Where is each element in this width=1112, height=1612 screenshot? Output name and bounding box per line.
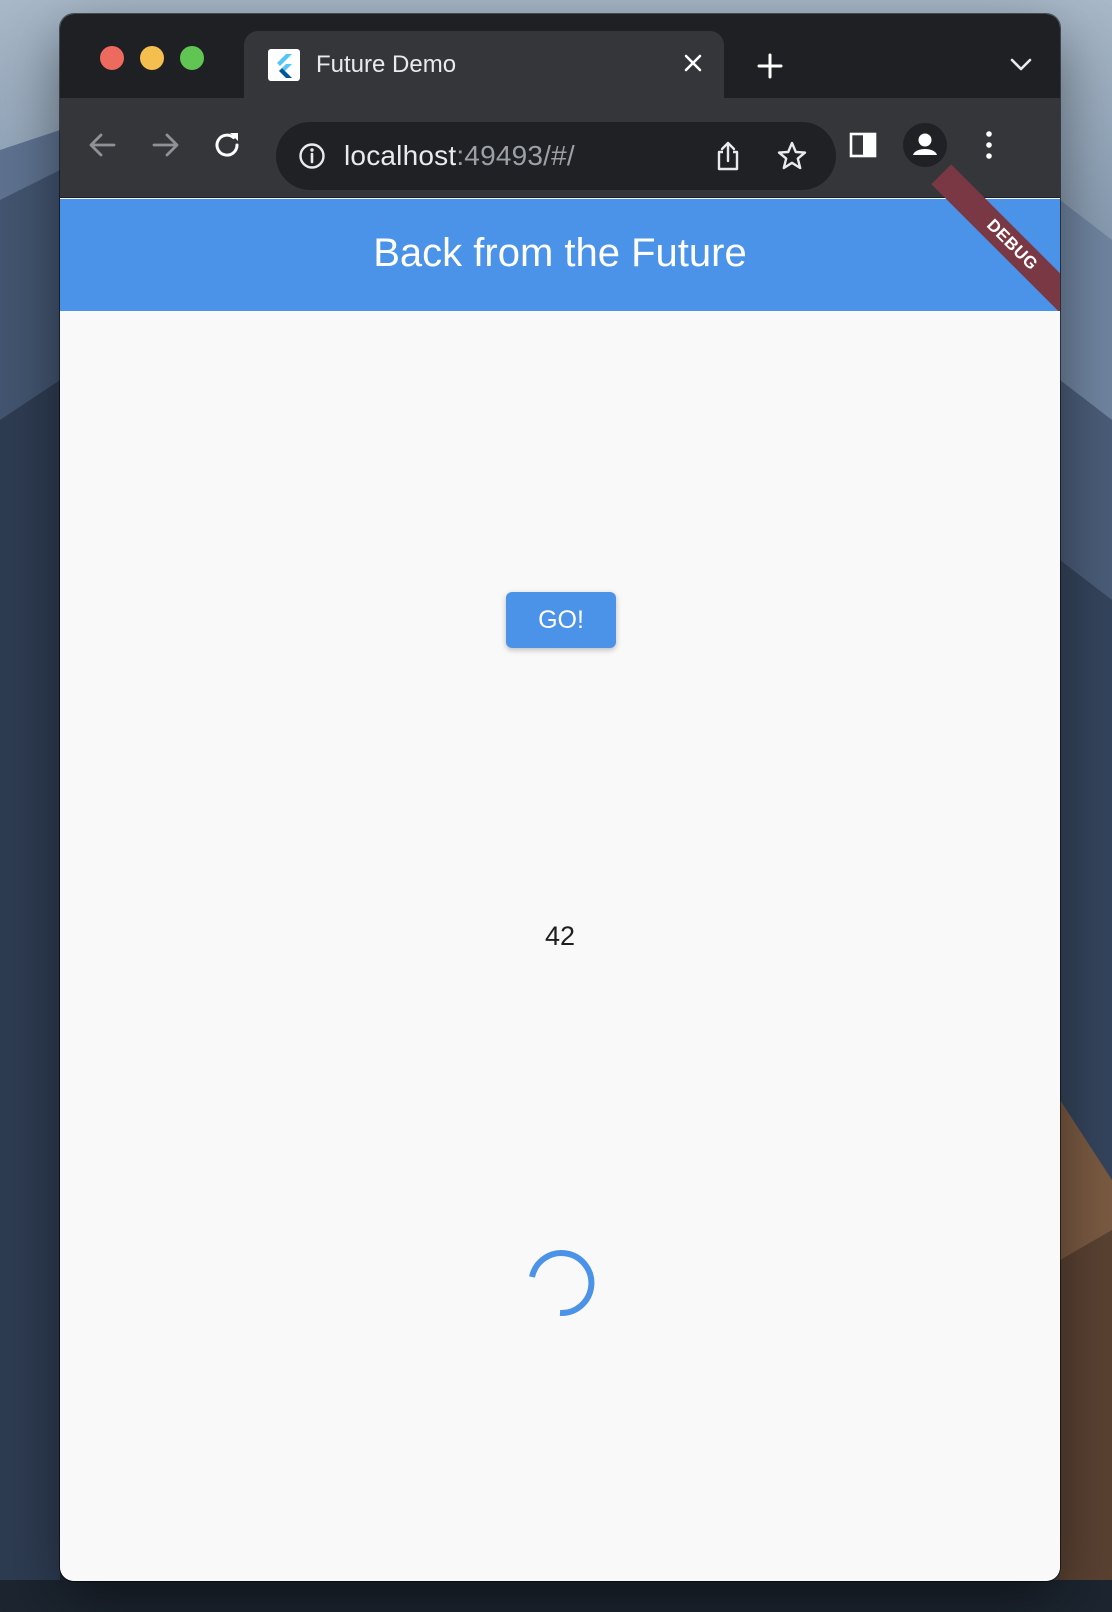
arrow-right-icon [152, 133, 179, 157]
tab-search-button[interactable] [1004, 50, 1038, 80]
flutter-logo-icon [268, 49, 300, 81]
browser-window: Future Demo localhost:49493/#/ Back from… [60, 14, 1060, 1581]
browser-toolbar: localhost:49493/#/ [60, 98, 1060, 198]
result-text: 42 [544, 921, 576, 951]
url-path: :49493/#/ [456, 140, 575, 171]
profile-button[interactable] [902, 122, 948, 168]
url-host: localhost [344, 140, 457, 171]
menu-button[interactable] [966, 122, 1012, 168]
minimize-window-button[interactable] [140, 46, 164, 70]
tab-close-button[interactable] [678, 48, 708, 78]
star-icon [777, 141, 807, 170]
site-info-icon[interactable] [294, 138, 330, 174]
new-tab-button[interactable] [750, 46, 790, 86]
app-bar: Back from the Future DEBUG [60, 164, 1060, 326]
forward-button[interactable] [142, 122, 188, 168]
arrow-left-icon [89, 133, 116, 157]
go-button[interactable]: GO! [506, 592, 616, 648]
url-text: localhost:49493/#/ [344, 140, 575, 172]
plus-icon [757, 53, 783, 79]
app-body: GO! 42 [60, 311, 1060, 1581]
close-icon [684, 54, 702, 72]
share-button[interactable] [708, 136, 748, 176]
avatar-icon [903, 123, 947, 167]
reload-icon [215, 133, 239, 157]
maximize-window-button[interactable] [180, 46, 204, 70]
side-panel-icon [849, 132, 877, 158]
tab-future-demo[interactable]: Future Demo [244, 31, 724, 98]
side-panel-button[interactable] [840, 122, 886, 168]
more-vertical-icon [986, 131, 992, 159]
chevron-down-icon [1010, 58, 1032, 71]
back-button[interactable] [80, 122, 126, 168]
share-icon [717, 141, 739, 171]
address-bar[interactable]: localhost:49493/#/ [276, 122, 836, 190]
bookmark-button[interactable] [772, 136, 812, 176]
close-window-button[interactable] [100, 46, 124, 70]
tab-title: Future Demo [316, 51, 457, 78]
circular-progress-icon [520, 1241, 604, 1325]
tab-strip: Future Demo [60, 14, 1060, 98]
reload-button[interactable] [204, 122, 250, 168]
app-bar-title: Back from the Future [373, 231, 747, 275]
